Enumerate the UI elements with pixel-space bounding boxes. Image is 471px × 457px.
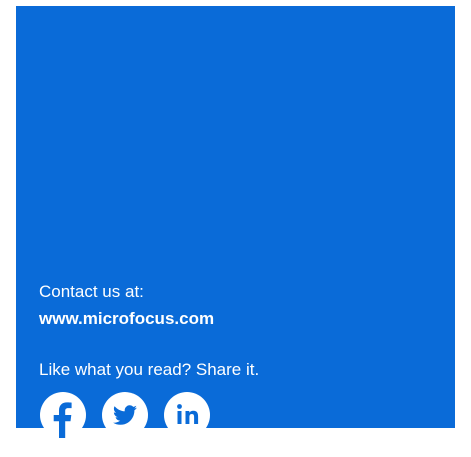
social-share-row: [40, 392, 210, 438]
contact-url-link[interactable]: www.microfocus.com: [39, 309, 214, 329]
twitter-icon[interactable]: [102, 392, 148, 438]
contact-label: Contact us at:: [39, 282, 144, 301]
share-prompt: Like what you read? Share it.: [39, 360, 260, 379]
footer-panel: Contact us at: www.microfocus.com Like w…: [16, 6, 455, 438]
facebook-icon[interactable]: [40, 392, 86, 438]
linkedin-icon[interactable]: [164, 392, 210, 438]
